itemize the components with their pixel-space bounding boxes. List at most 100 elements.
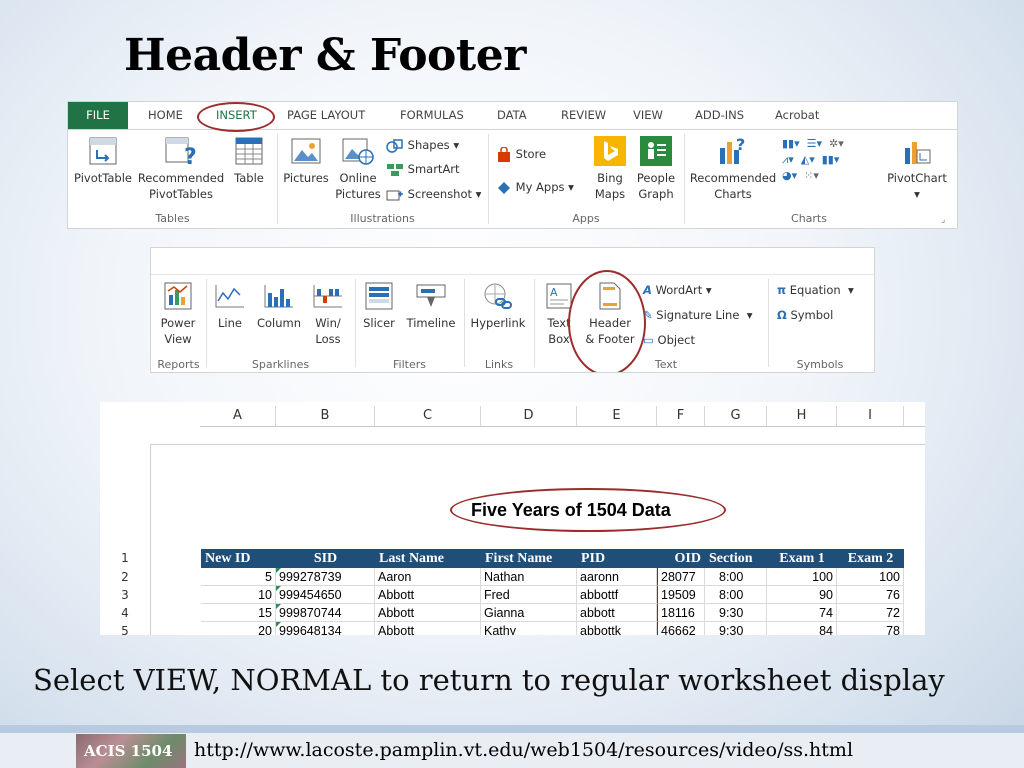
- row-number[interactable]: 1: [100, 549, 150, 567]
- sparkline-column-button[interactable]: Column: [253, 281, 305, 331]
- scatter-chart-icon[interactable]: ⁙▾: [804, 169, 819, 182]
- tab-add-ins[interactable]: ADD-INS: [695, 102, 744, 129]
- smartart-button[interactable]: SmartArt: [386, 161, 460, 177]
- area-chart-icon[interactable]: ◭▾: [801, 153, 815, 166]
- table-cell[interactable]: 9:30: [705, 622, 767, 635]
- store-button[interactable]: Store: [496, 145, 546, 163]
- table-cell[interactable]: 15: [201, 604, 276, 622]
- signature-line-button[interactable]: ✎ Signature Line ▾: [643, 307, 753, 323]
- table-cell[interactable]: 8:00: [705, 568, 767, 586]
- footer-url[interactable]: http://www.lacoste.pamplin.vt.edu/web150…: [194, 739, 853, 761]
- table-cell[interactable]: 28077: [657, 568, 705, 586]
- table-cell[interactable]: Abbott: [375, 622, 481, 635]
- table-cell[interactable]: 76: [837, 586, 904, 604]
- sparkline-winloss-button[interactable]: Win/ Loss: [307, 281, 349, 347]
- column-header-h[interactable]: H: [767, 406, 837, 426]
- table-cell[interactable]: 999870744: [276, 604, 375, 622]
- table-cell[interactable]: 72: [837, 604, 904, 622]
- column-header-d[interactable]: D: [481, 406, 577, 426]
- table-cell[interactable]: 100: [837, 568, 904, 586]
- table-cell[interactable]: abbottf: [577, 586, 657, 604]
- column-header-i[interactable]: I: [837, 406, 904, 426]
- column-header-c[interactable]: C: [375, 406, 481, 426]
- table-cell[interactable]: 5: [201, 568, 276, 586]
- table-cell[interactable]: Aaron: [375, 568, 481, 586]
- table-cell[interactable]: abbott: [577, 604, 657, 622]
- header-cell[interactable]: Exam 1: [767, 549, 837, 568]
- table-cell[interactable]: 19509: [657, 586, 705, 604]
- header-cell[interactable]: SID: [276, 549, 375, 568]
- tab-home[interactable]: HOME: [148, 102, 183, 129]
- screenshot-button[interactable]: Screenshot ▾: [386, 186, 481, 202]
- pie-chart-icon[interactable]: ◕▾: [782, 169, 797, 182]
- table-cell[interactable]: 999648134: [276, 622, 375, 635]
- tab-review[interactable]: REVIEW: [561, 102, 606, 129]
- people-graph-button[interactable]: People Graph: [632, 136, 680, 202]
- tab-view[interactable]: VIEW: [633, 102, 663, 129]
- table-cell[interactable]: 8:00: [705, 586, 767, 604]
- column-header-g[interactable]: G: [705, 406, 767, 426]
- column-header-e[interactable]: E: [577, 406, 657, 426]
- table-cell[interactable]: aaronn: [577, 568, 657, 586]
- row-number[interactable]: 5: [100, 622, 150, 635]
- object-button[interactable]: ▭ Object: [643, 332, 695, 348]
- tab-formulas[interactable]: FORMULAS: [400, 102, 464, 129]
- table-cell[interactable]: 46662: [657, 622, 705, 635]
- combo-chart-icon[interactable]: ▮▮▾: [822, 153, 840, 166]
- table-cell[interactable]: abbottk: [577, 622, 657, 635]
- my-apps-button[interactable]: My Apps ▾: [496, 179, 574, 196]
- table-cell[interactable]: 74: [767, 604, 837, 622]
- table-cell[interactable]: Abbott: [375, 604, 481, 622]
- radar-chart-icon[interactable]: ✲▾: [829, 137, 844, 150]
- header-cell[interactable]: PID: [577, 549, 657, 568]
- line-chart-icon[interactable]: ⩘▾: [782, 153, 794, 166]
- pictures-button[interactable]: Pictures: [280, 136, 332, 186]
- table-cell[interactable]: Fred: [481, 586, 577, 604]
- symbol-button[interactable]: Ω Symbol: [777, 307, 833, 323]
- column-header-b[interactable]: B: [276, 406, 375, 426]
- header-cell[interactable]: Exam 2: [837, 549, 904, 568]
- table-cell[interactable]: Abbott: [375, 586, 481, 604]
- row-number[interactable]: 4: [100, 604, 150, 622]
- power-view-button[interactable]: Power View: [154, 281, 202, 347]
- timeline-button[interactable]: Timeline: [403, 281, 459, 331]
- equation-button[interactable]: π Equation ▾: [777, 282, 854, 298]
- recommended-charts-button[interactable]: ? Recommended Charts: [686, 136, 780, 202]
- row-number[interactable]: 2: [100, 568, 150, 586]
- slicer-button[interactable]: Slicer: [358, 281, 400, 331]
- error-indicator-icon[interactable]: [276, 604, 281, 609]
- header-cell[interactable]: OID: [657, 549, 705, 568]
- table-cell[interactable]: 18116: [657, 604, 705, 622]
- tab-page-layout[interactable]: PAGE LAYOUT: [287, 102, 365, 129]
- hyperlink-button[interactable]: Hyperlink: [467, 281, 529, 331]
- header-cell[interactable]: New ID: [201, 549, 276, 568]
- sparkline-line-button[interactable]: Line: [209, 281, 251, 331]
- column-chart-icon[interactable]: ▮▮▾: [782, 137, 800, 150]
- table-cell[interactable]: 84: [767, 622, 837, 635]
- header-cell[interactable]: Section: [705, 549, 767, 568]
- table-cell[interactable]: 90: [767, 586, 837, 604]
- tab-file[interactable]: FILE: [68, 102, 128, 129]
- row-number[interactable]: 3: [100, 586, 150, 604]
- table-cell[interactable]: Nathan: [481, 568, 577, 586]
- chart-type-gallery[interactable]: ▮▮▾ ☰▾ ✲▾ ⩘▾ ◭▾ ▮▮▾ ◕▾ ⁙▾: [782, 136, 844, 184]
- table-cell[interactable]: 999454650: [276, 586, 375, 604]
- tab-acrobat[interactable]: Acrobat: [775, 102, 819, 129]
- table-cell[interactable]: 9:30: [705, 604, 767, 622]
- bar-chart-icon[interactable]: ☰▾: [807, 137, 822, 150]
- table-cell[interactable]: 10: [201, 586, 276, 604]
- table-cell[interactable]: 20: [201, 622, 276, 635]
- wordart-button[interactable]: A WordArt ▾: [643, 282, 712, 298]
- table-cell[interactable]: 100: [767, 568, 837, 586]
- error-indicator-icon[interactable]: [276, 586, 281, 591]
- table-cell[interactable]: Kathy: [481, 622, 577, 635]
- tab-data[interactable]: DATA: [497, 102, 527, 129]
- header-cell[interactable]: Last Name: [375, 549, 481, 568]
- dialog-launcher-icon[interactable]: ⌟: [941, 212, 945, 228]
- table-cell[interactable]: 78: [837, 622, 904, 635]
- error-indicator-icon[interactable]: [276, 622, 281, 627]
- pivottable-button[interactable]: PivotTable: [72, 136, 134, 186]
- header-cell[interactable]: First Name: [481, 549, 577, 568]
- pivotchart-button[interactable]: PivotChart ▾: [884, 136, 950, 202]
- table-cell[interactable]: 999278739: [276, 568, 375, 586]
